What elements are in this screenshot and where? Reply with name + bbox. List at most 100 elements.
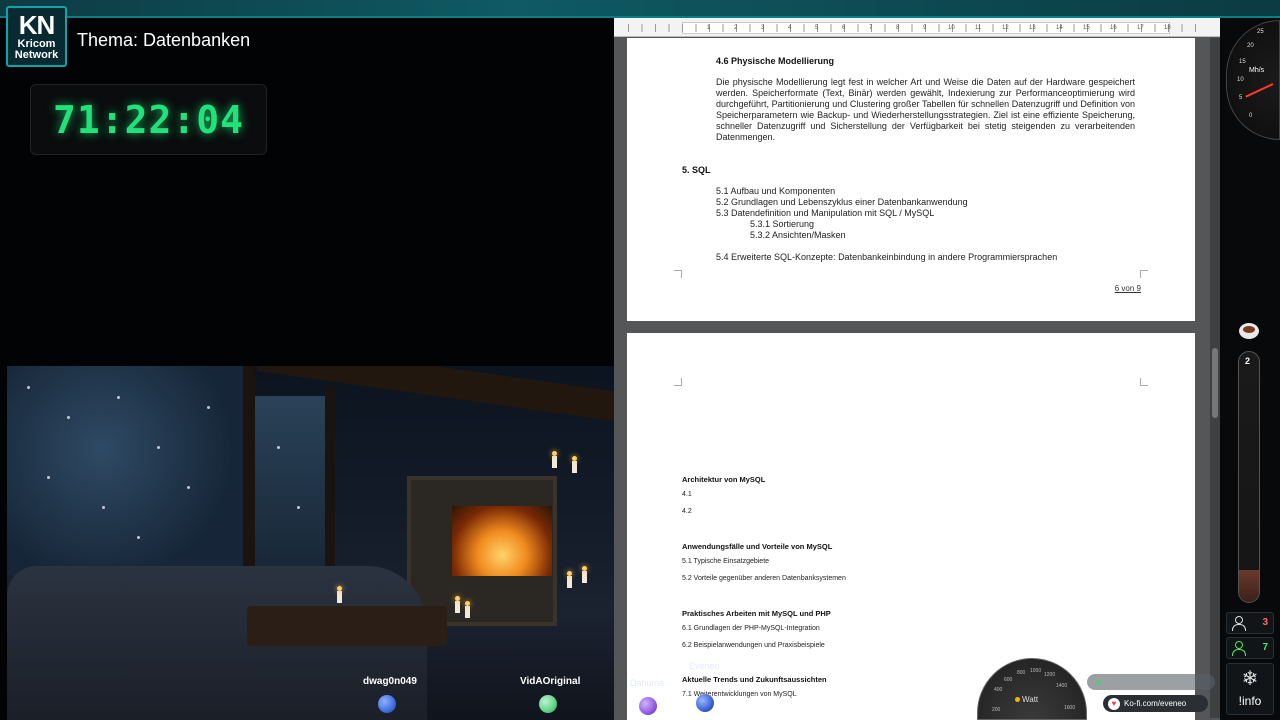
outline-heading: Aktuelle Trends und Zukunftsaussichten — [682, 675, 827, 684]
level-thermometer: 2 — [1238, 351, 1260, 603]
ruler-num: 3 — [761, 25, 765, 31]
toc-line: 5.4 Erweiterte SQL-Konzepte: Datenbankei… — [716, 252, 1058, 262]
crop-mark — [674, 378, 682, 386]
info-command-box: ❄ !info — [1226, 663, 1274, 715]
snowflake — [27, 386, 30, 389]
candle — [552, 451, 557, 468]
gauge-tick: 1200 — [1044, 672, 1056, 678]
ruler-num: 6 — [842, 25, 846, 31]
toc-line: 5.2 Grundlagen und Lebenszyklus einer Da… — [716, 197, 968, 207]
ruler-num: 11 — [975, 25, 982, 31]
overlay-name-1: Dahuma — [630, 678, 665, 688]
outline-item: 6.1 Grundlagen der PHP-MySQL-Integration — [682, 625, 820, 632]
horizontal-ruler[interactable]: 1 2 3 4 5 6 7 8 9 10 11 12 13 14 15 16 1… — [614, 18, 1220, 37]
speedo-unit: Mh/s — [1249, 67, 1265, 74]
candle — [465, 601, 470, 618]
speedo-tick: 10 — [1237, 77, 1244, 83]
candle — [337, 586, 342, 603]
toc-line: 5.3.2 Ansichten/Masken — [750, 230, 846, 240]
speedo-tick: 0 — [1249, 113, 1253, 119]
thermo-fill — [1239, 570, 1259, 602]
gauge-tick: 600 — [1004, 677, 1013, 683]
crop-mark — [1140, 270, 1148, 278]
outline-item: 6.2 Beispielanwendungen und Praxisbeispi… — [682, 642, 825, 649]
mascot-icon: ❄ — [1241, 668, 1259, 690]
coffee-cup-icon — [1239, 323, 1259, 339]
speedo-tick: 25 — [1257, 29, 1264, 35]
logo-letters: KN — [18, 10, 56, 40]
document-viewer[interactable]: 1 2 3 4 5 6 7 8 9 10 11 12 13 14 15 16 1… — [614, 18, 1220, 720]
toc-line: 5.3.1 Sortierung — [750, 219, 815, 229]
viewer-orb-2 — [539, 695, 557, 713]
ruler-num: 14 — [1056, 25, 1063, 31]
ruler-num: 2 — [734, 25, 738, 31]
gauge-tick: 1000 — [1030, 668, 1042, 674]
ruler-num: 7 — [869, 25, 873, 31]
snowflake — [297, 506, 300, 509]
blue-orb — [696, 694, 714, 712]
outline-item: 5.1 Typische Einsatzgebiete — [682, 558, 770, 565]
viewer-name-2: VidAOriginal — [520, 676, 581, 687]
ruler-num: 16 — [1110, 25, 1117, 31]
candle — [572, 456, 577, 473]
ruler-num: 13 — [1029, 25, 1036, 31]
viewer-name-1: dwag0n049 — [363, 676, 417, 687]
hashrate-speedometer: 25 20 15 10 5 0 Mh/s — [1226, 20, 1280, 140]
snowflake — [157, 446, 160, 449]
stream-overlay: KN Kricom Network Thema: Datenbanken 71:… — [0, 0, 1280, 720]
candle — [567, 571, 572, 588]
ruler-num: 1 — [707, 25, 711, 31]
ruler-num: 10 — [948, 25, 955, 31]
ruler-num: 17 — [1137, 25, 1144, 31]
countdown-panel: 71:22:04 — [30, 84, 267, 155]
gauge-tick: 200 — [992, 707, 1001, 713]
outline-heading: Architektur von MySQL — [682, 475, 766, 484]
chapter-heading: 5. SQL — [682, 165, 711, 175]
candle — [455, 596, 460, 613]
snowflake — [137, 536, 140, 539]
viewer-orb-1 — [378, 695, 396, 713]
fire — [452, 506, 552, 576]
snowflake — [117, 396, 120, 399]
stat-count: 3 — [1262, 617, 1268, 628]
toc-line: 5.1 Aufbau und Komponenten — [716, 186, 836, 196]
countdown-timer: 71:22:04 — [52, 97, 245, 142]
speedo-tick: 20 — [1247, 43, 1254, 49]
user-icon — [1232, 641, 1246, 656]
kofi-link[interactable]: ♥ Ko-fi.com/eveneo — [1103, 695, 1208, 712]
outline-item: 5.2 Vorteile gegenüber anderen Datenbank… — [682, 575, 846, 582]
purple-orb — [639, 697, 657, 715]
ruler-num: 4 — [788, 25, 792, 31]
vertical-scrollbar[interactable] — [1210, 38, 1220, 718]
gauge-tick: 1600 — [1064, 705, 1076, 711]
snowflake — [47, 476, 50, 479]
viewer-stat-2: 7 — [1226, 637, 1274, 659]
stats-sidebar: 25 20 15 10 5 0 Mh/s 2 3 7 ❄ !info — [1220, 18, 1280, 720]
gauge-indicator — [1015, 697, 1020, 702]
document-page-6[interactable]: 4.6 Physische Modellierung Die physische… — [627, 38, 1195, 321]
overlay-name-2: Eveneo — [689, 661, 720, 671]
outline-item: 4.2 — [682, 508, 692, 515]
gauge-tick: 400 — [994, 687, 1003, 693]
page-number: 6 von 9 — [1114, 284, 1141, 293]
outline-heading: Anwendungsfälle und Vorteile von MySQL — [682, 542, 833, 551]
gauge-tick: 800 — [1017, 670, 1026, 676]
outline-item: 4.1 — [682, 491, 692, 498]
snowflake — [102, 506, 105, 509]
stat-count: 7 — [1262, 642, 1268, 653]
kofi-cup-icon: ♥ — [1108, 697, 1120, 710]
stream-topic: Thema: Datenbanken — [77, 30, 251, 50]
toc-line: 5.3 Datendefinition und Manipulation mit… — [716, 208, 935, 218]
scrollbar-thumb[interactable] — [1212, 348, 1218, 418]
ruler-num: 15 — [1083, 25, 1090, 31]
snowy-window-small — [255, 396, 325, 576]
kricom-network-logo: KN Kricom Network — [6, 6, 67, 67]
kofi-text: Ko-fi.com/eveneo — [1124, 699, 1187, 708]
gauge-label: Watt — [1022, 695, 1039, 704]
ruler-num: 9 — [923, 25, 927, 31]
heart-icon: ♥ — [1096, 677, 1102, 687]
cabin-fireplace-scene — [7, 366, 614, 720]
crop-mark — [1140, 378, 1148, 386]
ruler-ticks — [628, 24, 1206, 32]
top-accent-bar — [0, 0, 1280, 18]
